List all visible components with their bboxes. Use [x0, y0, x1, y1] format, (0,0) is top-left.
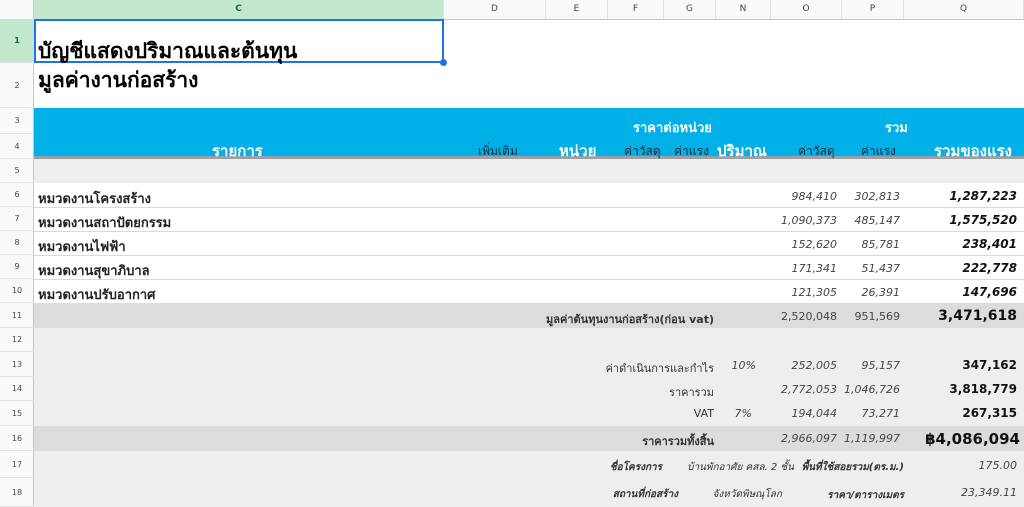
- filter-row: [34, 159, 1024, 183]
- row-header-4[interactable]: 4: [0, 134, 34, 159]
- row-header-2[interactable]: 2: [0, 63, 34, 108]
- title-line-2: มูลค่างานก่อสร้าง: [38, 68, 199, 92]
- category-name: หมวดงานปรับอากาศ: [38, 288, 156, 303]
- grand-total-material: 2,966,097: [781, 432, 837, 445]
- subtotal-labor: 951,569: [854, 310, 901, 323]
- category-total: 147,696: [962, 285, 1017, 299]
- subtotal-material: 2,520,048: [781, 310, 837, 323]
- category-labor: 51,437: [861, 262, 901, 275]
- row-header-13[interactable]: 13: [0, 352, 34, 377]
- overhead-material: 252,005: [791, 359, 838, 372]
- category-name: หมวดงานโครงสร้าง: [38, 192, 151, 207]
- row-header-7[interactable]: 7: [0, 207, 34, 231]
- sum-total: 3,818,779: [949, 382, 1017, 396]
- location-label: สถานที่ก่อสร้าง: [612, 489, 678, 500]
- project-name-value: บ้านพักอาศัย คสล. 2 ชั้น: [687, 462, 794, 473]
- column-header-f[interactable]: F: [608, 0, 664, 19]
- row-header-11[interactable]: 11: [0, 303, 34, 328]
- row-header-8[interactable]: 8: [0, 231, 34, 255]
- column-header-g[interactable]: G: [664, 0, 716, 19]
- row-divider: [34, 231, 1024, 232]
- column-header-c[interactable]: C: [34, 0, 444, 19]
- subtotal-label: มูลค่าต้นทุนงานก่อสร้าง(ก่อน vat): [546, 313, 714, 326]
- overhead-labor: 95,157: [861, 359, 901, 372]
- vat-material: 194,044: [791, 407, 838, 420]
- vat-percent: 7%: [734, 407, 752, 420]
- category-name: หมวดงานไฟฟ้า: [38, 240, 126, 255]
- column-header-q[interactable]: Q: [904, 0, 1024, 19]
- row-header-14[interactable]: 14: [0, 377, 34, 401]
- category-total: 222,778: [962, 261, 1017, 275]
- row-header-5[interactable]: 5: [0, 159, 34, 183]
- rate-value: 23,349.11: [961, 486, 1017, 499]
- sum-label: ราคารวม: [669, 386, 714, 399]
- category-labor: 85,781: [861, 238, 901, 251]
- category-material: 121,305: [791, 286, 838, 299]
- category-material: 984,410: [791, 190, 838, 203]
- header-unit-price: ราคาต่อหน่วย: [633, 121, 712, 136]
- category-name: หมวดงานสุขาภิบาล: [38, 264, 150, 279]
- area-value: 175.00: [978, 459, 1018, 472]
- row-header-12[interactable]: 12: [0, 328, 34, 352]
- vat-labor: 73,271: [861, 407, 901, 420]
- category-total: 1,287,223: [949, 189, 1017, 203]
- row-divider: [34, 279, 1024, 280]
- category-material: 152,620: [791, 238, 838, 251]
- rate-label: ราคา/ตารางเมตร: [827, 490, 904, 501]
- category-material: 171,341: [791, 262, 838, 275]
- overhead-label: ค่าดำเนินการและกำไร: [605, 362, 714, 375]
- sum-labor: 1,046,726: [844, 383, 900, 396]
- vat-label: VAT: [693, 407, 714, 420]
- project-name-label: ชื่อโครงการ: [609, 462, 662, 473]
- row-header-3[interactable]: 3: [0, 108, 34, 134]
- sum-material: 2,772,053: [781, 383, 837, 396]
- category-total: 238,401: [962, 237, 1017, 251]
- row-header-6[interactable]: 6: [0, 183, 34, 207]
- vat-total: 267,315: [962, 406, 1017, 420]
- row-header-1[interactable]: 1: [0, 19, 34, 63]
- row-header-9[interactable]: 9: [0, 255, 34, 279]
- grand-total-label: ราคารวมทั้งสิ้น: [642, 435, 714, 448]
- row-divider: [34, 255, 1024, 256]
- row-header-16[interactable]: 16: [0, 426, 34, 451]
- column-header-n[interactable]: N: [716, 0, 771, 19]
- grand-total-total: ฿4,086,094: [925, 430, 1020, 448]
- column-header-e[interactable]: E: [546, 0, 608, 19]
- column-header-p[interactable]: P: [842, 0, 904, 19]
- category-material: 1,090,373: [781, 214, 837, 227]
- category-name: หมวดงานสถาปัตยกรรม: [38, 216, 172, 231]
- subtotal-total: 3,471,618: [938, 308, 1017, 324]
- location-value: จังหวัดพิษณุโลก: [712, 489, 782, 500]
- category-labor: 302,813: [854, 190, 901, 203]
- column-header-o[interactable]: O: [771, 0, 842, 19]
- row-header-17[interactable]: 17: [0, 451, 34, 478]
- header-total: รวม: [885, 121, 908, 136]
- overhead-percent: 10%: [731, 359, 756, 372]
- category-labor: 485,147: [854, 214, 901, 227]
- column-header-bar: C D E F G N O P Q: [0, 0, 1024, 20]
- fill-handle[interactable]: [440, 59, 447, 66]
- overhead-total: 347,162: [962, 358, 1017, 372]
- category-total: 1,575,520: [949, 213, 1017, 227]
- row-divider: [34, 207, 1024, 208]
- grand-total-labor: 1,119,997: [844, 432, 900, 445]
- column-header-d[interactable]: D: [444, 0, 546, 19]
- select-all-corner[interactable]: [0, 0, 34, 19]
- category-labor: 26,391: [861, 286, 901, 299]
- row-header-15[interactable]: 15: [0, 401, 34, 426]
- row-header-10[interactable]: 10: [0, 279, 34, 303]
- area-label: พื้นที่ใช้สอยรวม(ตร.ม.): [801, 462, 904, 473]
- row-header-18[interactable]: 18: [0, 478, 34, 507]
